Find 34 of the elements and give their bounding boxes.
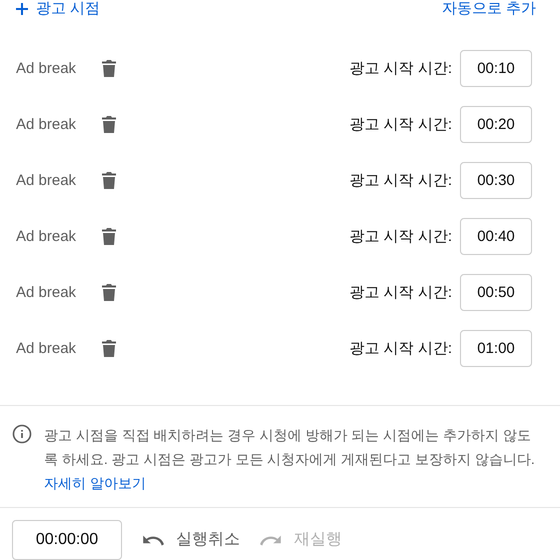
plus-icon [16, 3, 28, 15]
undo-button[interactable]: 실행취소 [142, 528, 240, 552]
start-time-field[interactable]: 00:30 [460, 162, 532, 200]
ad-break-label: Ad break [16, 114, 78, 135]
redo-icon [260, 534, 282, 546]
notice-text: 광고 시점을 직접 배치하려는 경우 시청에 방해가 되는 시점에는 추가하지 않도록 하세요. 광고 시점은 광고가 모든 시청자에게 게재된다고 보장하지 않습니다. 자세히 알아보기 [44, 426, 536, 493]
start-time-field[interactable]: 01:00 [460, 330, 532, 368]
timecode-field[interactable]: 00:00:00 [12, 520, 122, 560]
start-time-field[interactable]: 00:10 [460, 50, 532, 88]
trash-icon[interactable] [102, 172, 116, 190]
start-time-field[interactable]: 00:20 [460, 106, 532, 144]
start-time-label: 광고 시작 시간: [349, 170, 452, 191]
start-time-label: 광고 시작 시간: [349, 282, 452, 303]
auto-add-button[interactable]: 자동으로 추가 [442, 0, 544, 18]
start-time-label: 광고 시작 시간: [349, 114, 452, 135]
undo-icon [142, 534, 164, 546]
add-ad-break-button[interactable]: 광고 시점 [16, 0, 100, 18]
trash-icon[interactable] [102, 60, 116, 78]
ad-break-label: Ad break [16, 282, 78, 303]
trash-icon[interactable] [102, 340, 116, 358]
start-time-field[interactable]: 00:40 [460, 218, 532, 256]
trash-icon[interactable] [102, 116, 116, 134]
trash-icon[interactable] [102, 228, 116, 246]
start-time-label: 광고 시작 시간: [349, 338, 452, 359]
ad-break-label: Ad break [16, 226, 78, 247]
ad-break-label: Ad break [16, 170, 78, 191]
info-icon [12, 424, 32, 444]
ad-break-label: Ad break [16, 58, 78, 79]
learn-more-link[interactable]: 자세히 알아보기 [44, 474, 146, 491]
start-time-field[interactable]: 00:50 [460, 274, 532, 312]
trash-icon[interactable] [102, 284, 116, 302]
ad-break-label: Ad break [16, 338, 78, 359]
start-time-label: 광고 시작 시간: [349, 226, 452, 247]
start-time-label: 광고 시작 시간: [349, 58, 452, 79]
